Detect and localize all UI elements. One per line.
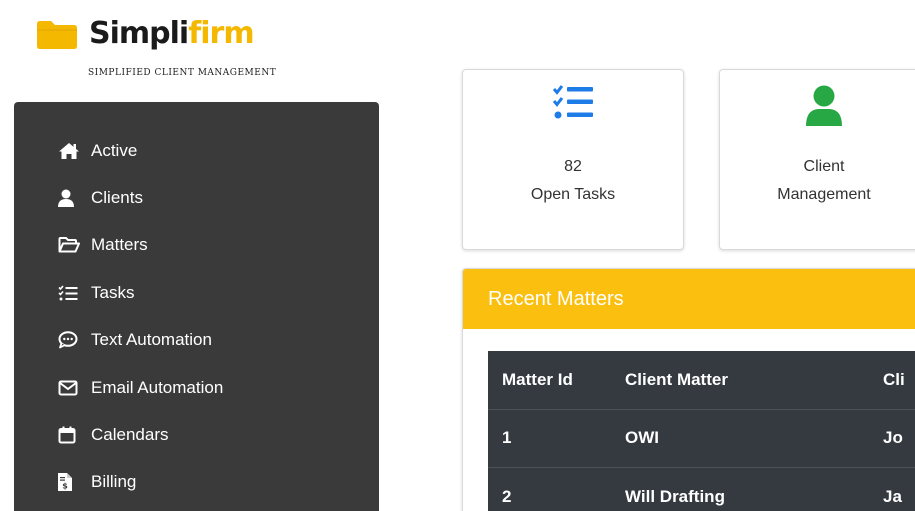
table-cell-client-matter: OWI [625,428,659,448]
home-icon [58,142,82,160]
sidebar-item-calendars[interactable]: Calendars [14,411,379,458]
recent-matters-title: Recent Matters [463,269,915,329]
folder-open-icon [58,237,82,253]
sidebar-item-email-automation[interactable]: Email Automation [14,364,379,411]
sidebar-item-label: Active [91,140,138,160]
column-header-client-matter[interactable]: Client Matter [625,370,883,390]
brand-name-accent: firm [188,16,254,51]
sidebar-item-label: Email Automation [91,377,224,397]
table-header-row: Matter Id Client Matter Cli [488,351,915,410]
table-cell-client: Jo [883,428,903,448]
sidebar-item-clients[interactable]: Clients [14,174,379,221]
table-row[interactable]: 2 Will Drafting Ja [488,468,915,511]
sidebar-item-label: Text Automation [91,330,212,350]
table-cell-matter-id: 1 [502,428,512,448]
tasks-icon [58,285,82,301]
sidebar-item-text-automation[interactable]: Text Automation [14,317,379,364]
user-icon [720,84,915,128]
calendar-icon [58,426,82,444]
sidebar-item-matters[interactable]: Matters [14,222,379,269]
open-tasks-card[interactable]: 82 Open Tasks [462,69,684,250]
sidebar-item-label: Clients [91,188,143,208]
brand-tagline: SIMPLIFIED CLIENT MANAGEMENT [88,68,277,78]
recent-matters-table: Matter Id Client Matter Cli 1 OWI Jo 2 W… [488,351,915,511]
column-header-client[interactable]: Cli [883,370,915,390]
sidebar-item-tasks[interactable]: Tasks [14,269,379,316]
open-tasks-count: 82 [564,158,582,175]
sidebar-item-label: Billing [91,472,137,492]
svg-text:$: $ [62,482,68,491]
sidebar-item-label: Tasks [91,282,135,302]
table-cell-client-matter: Will Drafting [625,486,725,506]
sidebar-item-label: Calendars [91,425,169,445]
user-icon [58,189,82,208]
client-management-line2: Management [777,186,871,203]
client-management-line1: Client [803,158,845,175]
table-row[interactable]: 1 OWI Jo [488,410,915,468]
recent-matters-panel: Recent Matters Matter Id Client Matter C… [462,268,915,511]
column-header-matter-id[interactable]: Matter Id [488,370,625,390]
invoice-icon: $ [58,473,82,492]
folder-logo-icon [35,18,79,50]
tasks-icon [463,84,683,120]
brand-name-dark: Simpli [89,16,189,51]
brand-logo[interactable]: Simplifirm [35,16,255,51]
sidebar: Active Clients Matters Tasks Text Automa… [14,102,379,511]
table-cell-client: Ja [883,486,902,506]
sidebar-item-label: Matters [91,235,148,255]
brand-name: Simplifirm [89,16,255,51]
table-cell-matter-id: 2 [502,486,512,506]
client-management-card[interactable]: Client Management [719,69,915,250]
sidebar-item-active[interactable]: Active [14,127,379,174]
sidebar-item-billing[interactable]: $ Billing [14,459,379,506]
comment-dots-icon [58,331,82,349]
envelope-icon [58,380,82,396]
open-tasks-label: Open Tasks [530,186,616,203]
